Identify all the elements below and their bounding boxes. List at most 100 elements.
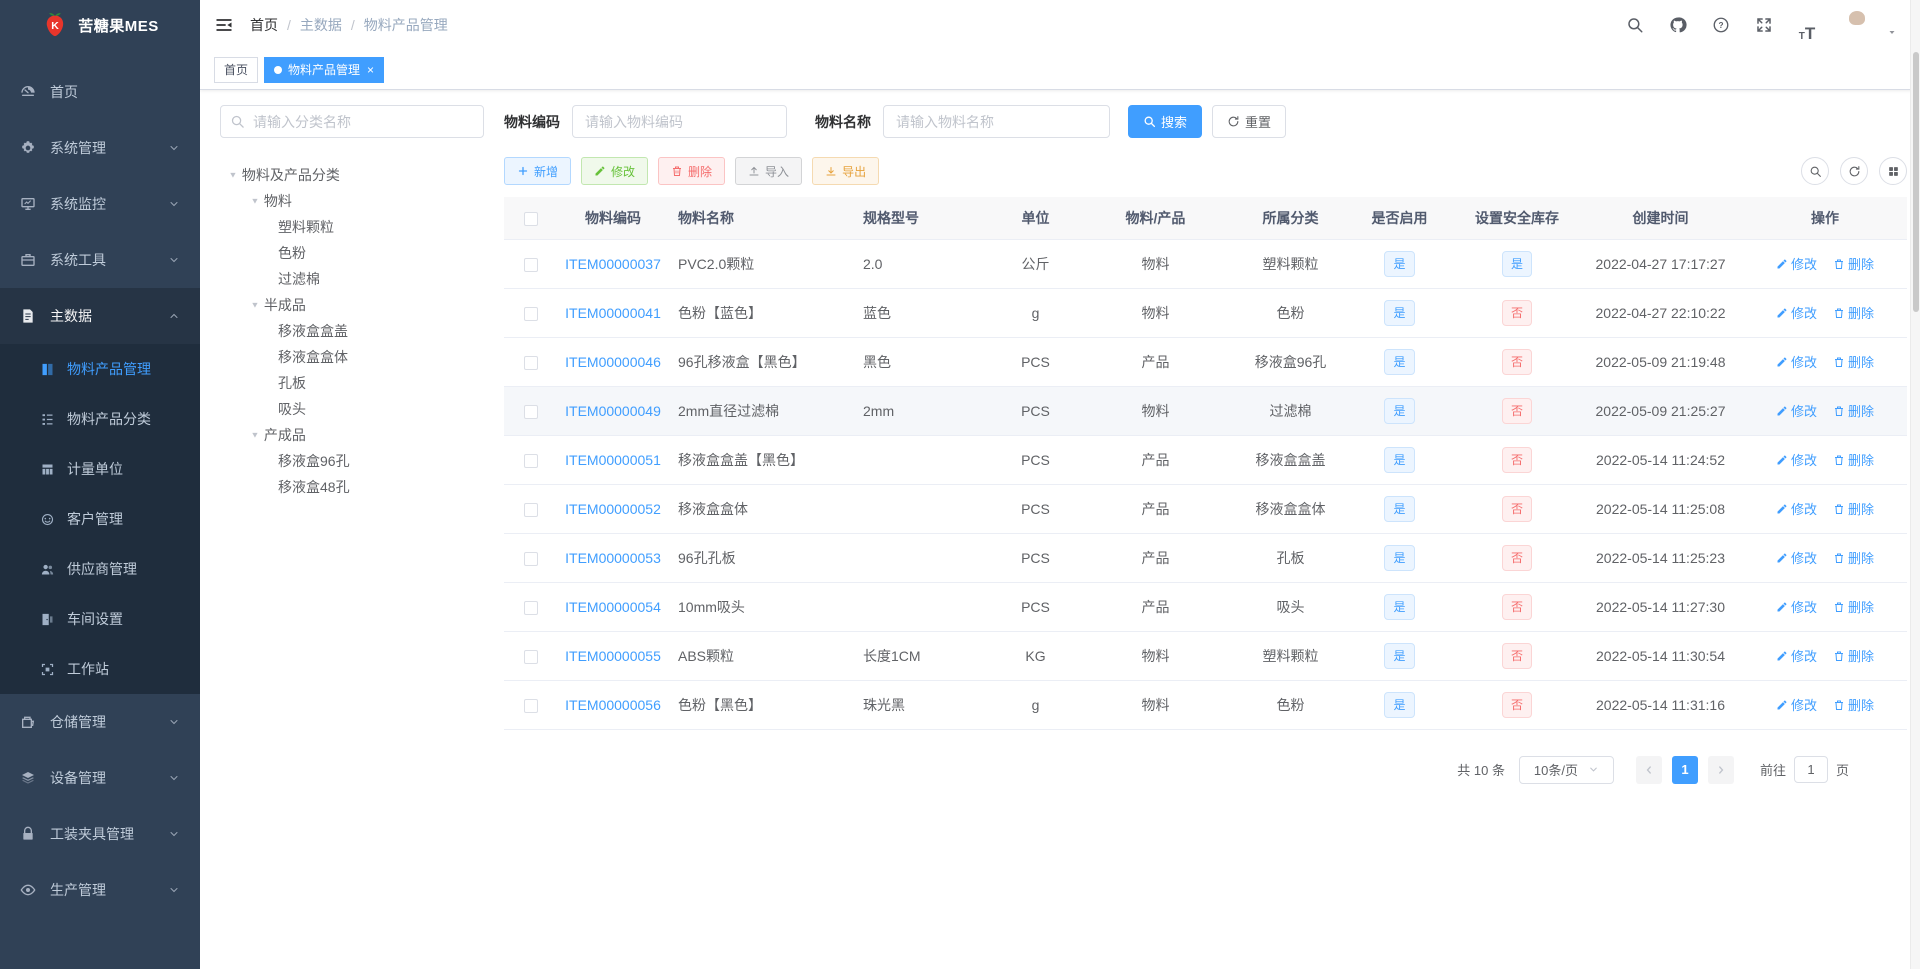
category-search-input[interactable] — [220, 105, 484, 138]
search-icon[interactable] — [1618, 8, 1652, 42]
delete-button[interactable]: 删除 — [658, 157, 726, 185]
row-checkbox[interactable] — [524, 502, 538, 517]
material-code-link[interactable]: ITEM00000051 — [565, 452, 661, 468]
name-filter-input[interactable] — [883, 105, 1110, 138]
row-edit-link[interactable]: 修改 — [1776, 352, 1817, 371]
sidebar-subitem[interactable]: 物料产品管理 — [0, 344, 200, 394]
add-button[interactable]: 新增 — [504, 157, 572, 185]
material-code-link[interactable]: ITEM00000046 — [565, 354, 661, 370]
material-code-link[interactable]: ITEM00000056 — [565, 697, 661, 713]
row-delete-link[interactable]: 删除 — [1833, 646, 1874, 665]
row-checkbox[interactable] — [524, 551, 538, 566]
avatar[interactable] — [1837, 5, 1877, 45]
caret-down-icon[interactable]: ▼ — [228, 171, 237, 180]
material-code-link[interactable]: ITEM00000037 — [565, 256, 661, 272]
tree-node[interactable]: 孔板 — [220, 370, 484, 396]
code-filter-input[interactable] — [572, 105, 787, 138]
goto-page-input[interactable] — [1793, 756, 1828, 783]
row-edit-link[interactable]: 修改 — [1776, 450, 1817, 469]
row-checkbox[interactable] — [524, 600, 538, 615]
tree-node[interactable]: 移液盒盒盖 — [220, 318, 484, 344]
sidebar-item-1[interactable]: 系统管理 — [0, 120, 200, 176]
row-edit-link[interactable]: 修改 — [1776, 597, 1817, 616]
app-logo[interactable]: K 苦糖果MES — [0, 0, 200, 50]
prev-page-button[interactable] — [1635, 755, 1662, 784]
import-button[interactable]: 导入 — [735, 157, 803, 185]
tab-material-product-management[interactable]: 物料产品管理 × — [264, 56, 385, 83]
row-checkbox[interactable] — [524, 404, 538, 419]
tree-node[interactable]: 移液盒48孔 — [220, 474, 484, 500]
reset-button[interactable]: 重置 — [1212, 105, 1287, 138]
row-delete-link[interactable]: 删除 — [1833, 254, 1874, 273]
sidebar-toggle-icon[interactable] — [214, 15, 234, 35]
caret-down-icon[interactable]: ▼ — [250, 431, 259, 440]
material-code-link[interactable]: ITEM00000049 — [565, 403, 661, 419]
font-size-icon[interactable]: TT — [1790, 8, 1824, 42]
tree-node[interactable]: 过滤棉 — [220, 266, 484, 292]
sidebar-item-2[interactable]: 系统监控 — [0, 176, 200, 232]
row-delete-link[interactable]: 删除 — [1833, 401, 1874, 420]
row-delete-link[interactable]: 删除 — [1833, 695, 1874, 714]
row-delete-link[interactable]: 删除 — [1833, 548, 1874, 567]
page-size-select[interactable]: 10条/页 — [1518, 755, 1614, 784]
row-edit-link[interactable]: 修改 — [1776, 548, 1817, 567]
tree-node[interactable]: 移液盒盒体 — [220, 344, 484, 370]
sidebar-item-3[interactable]: 系统工具 — [0, 232, 200, 288]
row-delete-link[interactable]: 删除 — [1833, 450, 1874, 469]
toggle-search-button[interactable] — [1801, 157, 1829, 185]
tree-node[interactable]: 吸头 — [220, 396, 484, 422]
row-edit-link[interactable]: 修改 — [1776, 254, 1817, 273]
row-checkbox[interactable] — [524, 453, 538, 468]
sidebar-item-0[interactable]: 首页 — [0, 64, 200, 120]
material-code-link[interactable]: ITEM00000055 — [565, 648, 661, 664]
row-delete-link[interactable]: 删除 — [1833, 303, 1874, 322]
caret-down-icon[interactable]: ▼ — [250, 197, 259, 206]
scrollbar-thumb[interactable] — [1913, 52, 1919, 312]
github-icon[interactable] — [1661, 8, 1695, 42]
scrollbar-track[interactable] — [1910, 0, 1920, 969]
row-checkbox[interactable] — [524, 306, 538, 321]
current-page-button[interactable]: 1 — [1671, 755, 1698, 784]
caret-down-icon[interactable] — [1886, 26, 1898, 38]
tree-node[interactable]: ▼ 物料及产品分类 — [220, 162, 484, 188]
tree-node[interactable]: 移液盒96孔 — [220, 448, 484, 474]
breadcrumb-item[interactable]: 主数据 — [300, 15, 342, 35]
material-code-link[interactable]: ITEM00000053 — [565, 550, 661, 566]
row-checkbox[interactable] — [524, 257, 538, 272]
sidebar-subitem[interactable]: 车间设置 — [0, 594, 200, 644]
material-code-link[interactable]: ITEM00000054 — [565, 599, 661, 615]
row-delete-link[interactable]: 删除 — [1833, 352, 1874, 371]
row-checkbox[interactable] — [524, 649, 538, 664]
row-delete-link[interactable]: 删除 — [1833, 499, 1874, 518]
tree-node[interactable]: ▼ 物料 — [220, 188, 484, 214]
row-checkbox[interactable] — [524, 698, 538, 713]
refresh-button[interactable] — [1840, 157, 1868, 185]
sidebar-item-4[interactable]: 主数据 — [0, 288, 200, 344]
edit-button[interactable]: 修改 — [581, 157, 649, 185]
material-code-link[interactable]: ITEM00000041 — [565, 305, 661, 321]
sidebar-subitem[interactable]: 物料产品分类 — [0, 394, 200, 444]
sidebar-item-6[interactable]: 设备管理 — [0, 750, 200, 806]
fullscreen-icon[interactable] — [1747, 8, 1781, 42]
tree-node[interactable]: 色粉 — [220, 240, 484, 266]
sidebar-item-5[interactable]: 仓储管理 — [0, 694, 200, 750]
tree-node[interactable]: ▼ 产成品 — [220, 422, 484, 448]
sidebar-subitem[interactable]: 计量单位 — [0, 444, 200, 494]
sidebar-item-8[interactable]: 生产管理 — [0, 862, 200, 918]
export-button[interactable]: 导出 — [812, 157, 880, 185]
row-edit-link[interactable]: 修改 — [1776, 303, 1817, 322]
row-checkbox[interactable] — [524, 355, 538, 370]
tree-node[interactable]: 塑料颗粒 — [220, 214, 484, 240]
row-edit-link[interactable]: 修改 — [1776, 499, 1817, 518]
close-icon[interactable]: × — [367, 64, 374, 76]
search-button[interactable]: 搜索 — [1128, 105, 1203, 138]
next-page-button[interactable] — [1707, 755, 1734, 784]
sidebar-item-7[interactable]: 工装夹具管理 — [0, 806, 200, 862]
breadcrumb-item[interactable]: 首页 — [250, 15, 278, 35]
sidebar-subitem[interactable]: 客户管理 — [0, 494, 200, 544]
tab-home[interactable]: 首页 — [214, 56, 259, 83]
row-edit-link[interactable]: 修改 — [1776, 401, 1817, 420]
select-all-checkbox[interactable] — [524, 211, 538, 226]
help-icon[interactable]: ? — [1704, 8, 1738, 42]
tree-node[interactable]: ▼ 半成品 — [220, 292, 484, 318]
